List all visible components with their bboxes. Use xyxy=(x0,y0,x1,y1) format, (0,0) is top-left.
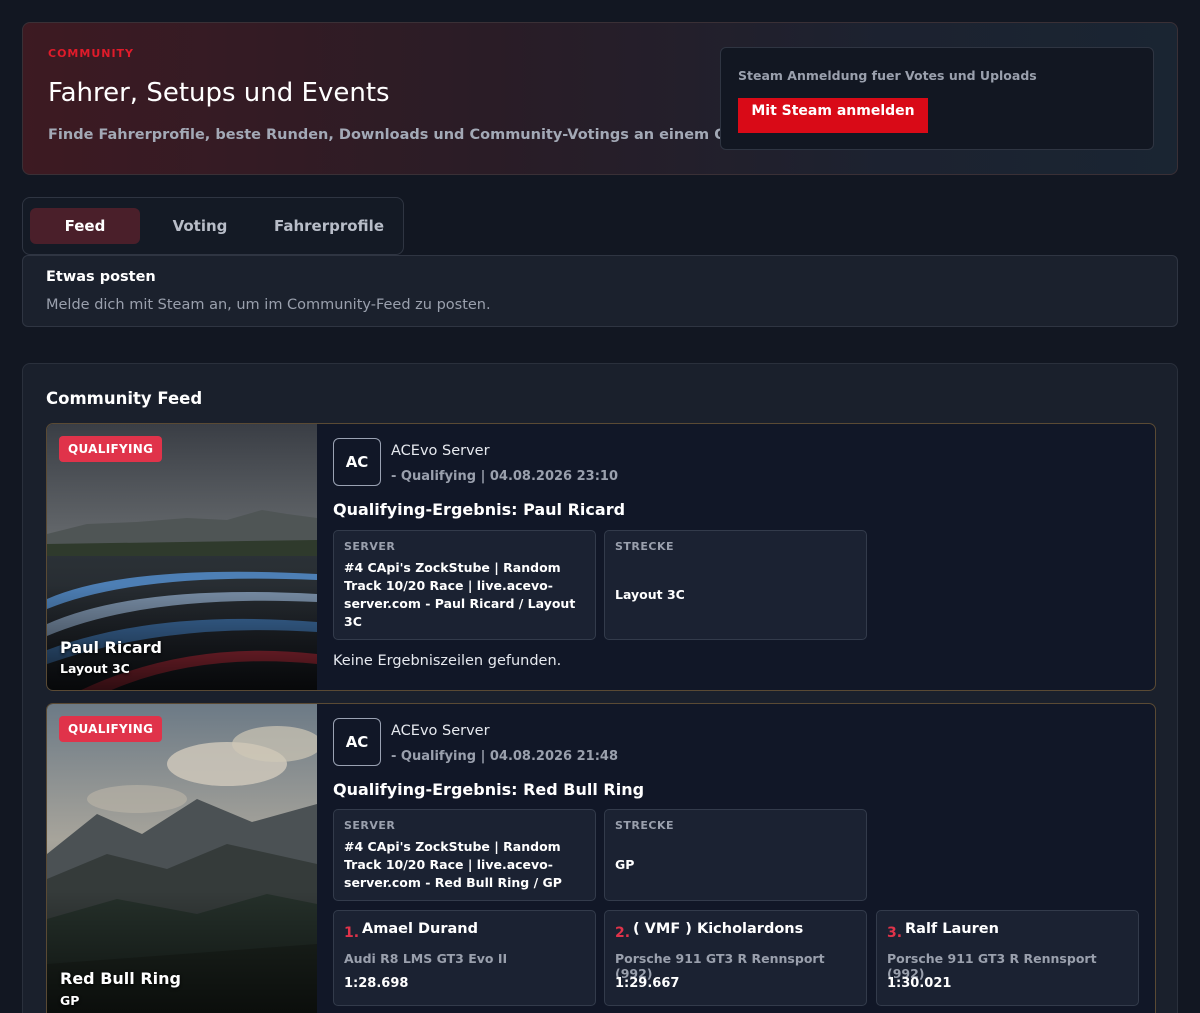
post-title: Etwas posten xyxy=(46,269,156,285)
author-name: ACEvo Server xyxy=(391,723,490,739)
lap-time: 1:29.667 xyxy=(615,976,680,991)
card-title: Qualifying-Ergebnis: Paul Ricard xyxy=(333,500,626,519)
feed-card[interactable]: QUALIFYING Red Bull Ring GP AC ACEvo Ser… xyxy=(46,703,1156,1013)
lap-time: 1:30.021 xyxy=(887,976,952,991)
tab-voting[interactable]: Voting xyxy=(146,208,254,244)
hero-subtitle: Finde Fahrerprofile, beste Runden, Downl… xyxy=(48,127,747,143)
community-tabs: Feed Voting Fahrerprofile xyxy=(22,197,404,255)
server-info: SERVER #4 CApi's ZockStube | Random Trac… xyxy=(333,530,596,640)
car-name: Audi R8 LMS GT3 Evo II xyxy=(344,951,508,966)
track-label: STRECKE xyxy=(615,819,675,832)
server-value: #4 CApi's ZockStube | Random Track 10/20… xyxy=(344,560,576,629)
community-feed: Community Feed QUALIFYING Paul Ricard La… xyxy=(22,363,1178,1013)
steam-login-hint: Steam Anmeldung fuer Votes und Uploads xyxy=(738,68,1037,83)
steam-login-box: Steam Anmeldung fuer Votes und Uploads M… xyxy=(720,47,1154,150)
avatar: AC xyxy=(333,718,381,766)
track-info: STRECKE Layout 3C xyxy=(604,530,867,640)
author-name: ACEvo Server xyxy=(391,443,490,459)
post-box: Etwas posten Melde dich mit Steam an, um… xyxy=(22,255,1178,327)
track-layout: GP xyxy=(60,993,80,1008)
feed-card[interactable]: QUALIFYING Paul Ricard Layout 3C AC ACEv… xyxy=(46,423,1156,691)
server-value: #4 CApi's ZockStube | Random Track 10/20… xyxy=(344,839,562,890)
driver-name: Ralf Lauren xyxy=(905,921,999,937)
card-title: Qualifying-Ergebnis: Red Bull Ring xyxy=(333,780,645,799)
tab-feed[interactable]: Feed xyxy=(30,208,140,244)
qualifying-badge: QUALIFYING xyxy=(59,436,163,462)
hero-eyebrow: COMMUNITY xyxy=(48,47,135,60)
track-value: GP xyxy=(615,857,635,872)
driver-name: Amael Durand xyxy=(362,921,478,937)
red-bull-ring-image xyxy=(47,704,317,1013)
track-name: Paul Ricard xyxy=(60,638,162,657)
result-rank: 3. xyxy=(887,925,903,941)
track-thumbnail: QUALIFYING Paul Ricard Layout 3C xyxy=(47,424,317,690)
page-title: Fahrer, Setups und Events xyxy=(48,78,390,108)
result-card-p1[interactable]: 1. Amael Durand Audi R8 LMS GT3 Evo II 1… xyxy=(333,910,596,1006)
post-meta: - Qualifying | 04.08.2026 21:48 xyxy=(391,749,619,764)
track-label: STRECKE xyxy=(615,540,675,553)
no-results-text: Keine Ergebniszeilen gefunden. xyxy=(333,653,562,669)
server-label: SERVER xyxy=(344,540,396,553)
card-body: AC ACEvo Server - Qualifying | 04.08.202… xyxy=(317,424,1155,690)
community-hero: COMMUNITY Fahrer, Setups und Events Find… xyxy=(22,22,1178,175)
result-card-p2[interactable]: 2. ( VMF ) Kicholardons Porsche 911 GT3 … xyxy=(604,910,867,1006)
track-info: STRECKE GP xyxy=(604,809,867,901)
server-info: SERVER #4 CApi's ZockStube | Random Trac… xyxy=(333,809,596,901)
track-thumbnail: QUALIFYING Red Bull Ring GP xyxy=(47,704,317,1013)
lap-time: 1:28.698 xyxy=(344,976,409,991)
result-rank: 1. xyxy=(344,925,360,941)
qualifying-badge: QUALIFYING xyxy=(59,716,163,742)
track-value: Layout 3C xyxy=(615,587,685,602)
steam-login-button[interactable]: Mit Steam anmelden xyxy=(738,98,928,133)
feed-title: Community Feed xyxy=(46,389,203,408)
card-body: AC ACEvo Server - Qualifying | 04.08.202… xyxy=(317,704,1155,1013)
result-card-p3[interactable]: 3. Ralf Lauren Porsche 911 GT3 R Rennspo… xyxy=(876,910,1139,1006)
result-rank: 2. xyxy=(615,925,631,941)
avatar: AC xyxy=(333,438,381,486)
tab-fahrerprofile[interactable]: Fahrerprofile xyxy=(263,208,395,244)
track-layout: Layout 3C xyxy=(60,661,130,676)
post-meta: - Qualifying | 04.08.2026 23:10 xyxy=(391,469,619,484)
track-name: Red Bull Ring xyxy=(60,969,181,988)
post-login-notice: Melde dich mit Steam an, um im Community… xyxy=(46,297,491,313)
driver-name: ( VMF ) Kicholardons xyxy=(633,921,804,937)
server-label: SERVER xyxy=(344,819,396,832)
